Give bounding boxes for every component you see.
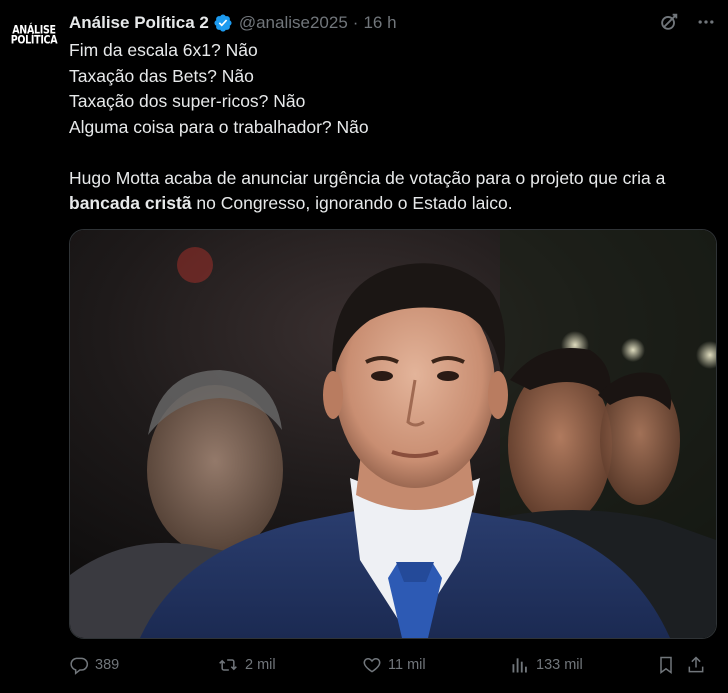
separator-dot: ·: [352, 13, 359, 32]
repost-button[interactable]: 2 mil: [217, 655, 276, 675]
post-line: Taxação dos super-ricos? Não: [69, 91, 306, 111]
heart-icon: [363, 657, 381, 673]
avatar-text-line2: POLÍTICA: [10, 33, 58, 48]
like-button[interactable]: 11 mil: [362, 655, 426, 675]
paragraph-text: Hugo Motta acaba de anunciar urgência de…: [69, 167, 666, 188]
post-text: Fim da escala 6x1? Não Taxação das Bets?…: [69, 38, 719, 217]
post-header: Análise Política 2 @analise2025 · 16 h: [69, 11, 716, 35]
photo-image: [70, 230, 716, 638]
post-line: Fim da escala 6x1? Não: [69, 40, 258, 60]
post-paragraph: Hugo Motta acaba de anunciar urgência de…: [69, 166, 719, 217]
reply-count: 389: [95, 657, 120, 673]
post-line: Taxação das Bets? Não: [69, 65, 254, 86]
author-avatar[interactable]: ANÁLISE POLÍTICA: [10, 14, 58, 58]
share-icon: [688, 656, 704, 673]
post-photo[interactable]: [69, 229, 717, 639]
reply-icon: [70, 657, 89, 675]
share-button[interactable]: [686, 655, 706, 675]
more-dots-icon[interactable]: [696, 12, 716, 32]
repost-count: 2 mil: [245, 657, 276, 673]
verified-badge-icon: [214, 14, 232, 32]
views-count: 133 mil: [536, 657, 583, 673]
paragraph-bold-text: bancada cristã: [69, 193, 192, 213]
like-count: 11 mil: [388, 657, 426, 673]
paragraph-text-end: no Congresso, ignorando o Estado laico.: [191, 193, 513, 213]
grok-icon[interactable]: [658, 11, 680, 33]
post-actions: 389 2 mil 11 mil 133 mil: [69, 652, 719, 678]
bookmark-button[interactable]: [656, 655, 676, 675]
reply-button[interactable]: 389: [69, 655, 119, 675]
author-name[interactable]: Análise Política 2: [69, 13, 209, 33]
post-line: Alguma coisa para o trabalhador? Não: [69, 116, 369, 137]
post-timestamp[interactable]: 16 h: [363, 13, 396, 33]
repost-icon: [219, 659, 237, 671]
views-chart-icon: [512, 658, 527, 673]
bookmark-icon: [660, 656, 672, 674]
author-handle[interactable]: @analise2025: [239, 13, 348, 33]
views-button[interactable]: 133 mil: [510, 655, 583, 675]
